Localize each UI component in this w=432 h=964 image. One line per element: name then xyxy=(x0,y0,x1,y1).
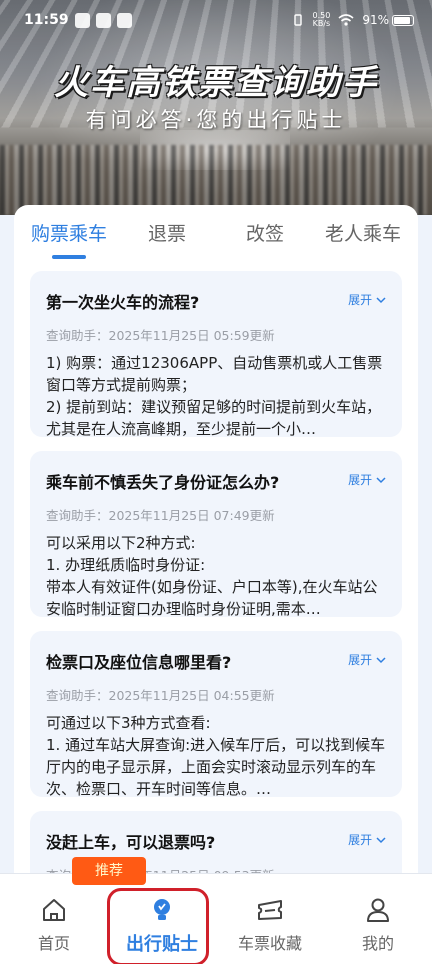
faq-question: 第一次坐火车的流程? xyxy=(46,293,200,312)
nav-home-label: 首页 xyxy=(37,934,70,953)
faq-card[interactable]: 检票口及座位信息哪里看? 展开 查询助手：2025年11月25日 04:55更新… xyxy=(30,631,402,797)
wifi-icon xyxy=(338,14,354,26)
nav-mine[interactable]: 我的 xyxy=(324,874,432,964)
network-speed-unit: KB/s xyxy=(312,19,331,28)
faq-answer: 可通过以下3种方式查看: 1. 通过车站大屏查询:进入候车厅后，可以找到候车厅内… xyxy=(46,714,386,797)
nav-tips-label: 出行贴士 xyxy=(126,934,198,955)
category-tabs: 购票乘车 退票 改签 老人乘车 xyxy=(14,205,418,263)
faq-card[interactable]: 第一次坐火车的流程? 展开 查询助手：2025年11月25日 05:59更新 1… xyxy=(30,271,402,437)
recommend-badge: 推荐 xyxy=(72,857,146,885)
expand-label: 展开 xyxy=(348,473,373,487)
battery-level: 91% xyxy=(362,13,389,27)
network-speed: 0.50 KB/s xyxy=(313,12,331,28)
content-panel: 购票乘车 退票 改签 老人乘车 第一次坐火车的流程? 展开 查询助手：2025年… xyxy=(14,205,418,875)
user-icon xyxy=(367,898,389,922)
faq-question: 没赶上车，可以退票吗? xyxy=(46,833,216,852)
faq-list: 第一次坐火车的流程? 展开 查询助手：2025年11月25日 05:59更新 1… xyxy=(14,263,418,875)
faq-answer: 1) 购票：通过12306APP、自动售票机或人工售票窗口等方式提前购票； 2)… xyxy=(46,354,383,437)
faq-question: 乘车前不慎丢失了身份证怎么办? xyxy=(46,473,280,492)
expand-label: 展开 xyxy=(348,833,373,847)
app-subtitle: 有问必答·您的出行贴士 xyxy=(85,108,347,132)
app-title: 火车高铁票查询助手 xyxy=(54,63,378,103)
nav-mine-label: 我的 xyxy=(361,934,394,953)
ticket-icon xyxy=(258,900,282,920)
notification-icon xyxy=(74,12,90,28)
nav-tickets[interactable]: 车票收藏 xyxy=(216,874,324,964)
status-bar: 11:59 0.50 KB/s 91% xyxy=(0,0,432,40)
nav-home[interactable]: 首页 xyxy=(0,874,108,964)
expand-button[interactable]: 展开 xyxy=(348,471,386,488)
expand-button[interactable]: 展开 xyxy=(348,291,386,308)
expand-button[interactable]: 展开 xyxy=(348,831,386,848)
nav-tips[interactable]: 出行贴士 xyxy=(108,874,216,964)
faq-meta: 查询助手：2025年11月25日 07:49更新 xyxy=(46,508,275,523)
chevron-down-icon xyxy=(376,297,386,304)
expand-button[interactable]: 展开 xyxy=(348,651,386,668)
message-icon xyxy=(95,12,111,28)
nav-tickets-label: 车票收藏 xyxy=(237,934,302,953)
faq-meta: 查询助手：2025年11月25日 04:55更新 xyxy=(46,688,275,703)
battery-icon xyxy=(392,14,414,26)
tab-elderly[interactable]: 老人乘车 xyxy=(314,205,412,263)
tab-purchase[interactable]: 购票乘车 xyxy=(20,205,118,263)
tab-change[interactable]: 改签 xyxy=(216,205,314,263)
home-icon xyxy=(43,899,65,921)
faq-answer: 可以采用以下2种方式: 1. 办理纸质临时身份证: 带本人有效证件(如身份证、户… xyxy=(46,534,378,617)
bottom-nav: 首页 出行贴士 车票收藏 我的 xyxy=(0,873,432,964)
chevron-down-icon xyxy=(376,477,386,484)
vibrate-icon xyxy=(293,14,302,26)
expand-label: 展开 xyxy=(348,653,373,667)
status-time: 11:59 xyxy=(24,12,69,28)
expand-label: 展开 xyxy=(348,293,373,307)
chevron-down-icon xyxy=(376,837,386,844)
chevron-down-icon xyxy=(376,657,386,664)
lightbulb-icon xyxy=(154,899,170,920)
battery-indicator: 91% xyxy=(362,13,414,27)
faq-meta: 查询助手：2025年11月25日 05:59更新 xyxy=(46,328,275,343)
faq-card[interactable]: 乘车前不慎丢失了身份证怎么办? 展开 查询助手：2025年11月25日 07:4… xyxy=(30,451,402,617)
tab-refund[interactable]: 退票 xyxy=(118,205,216,263)
faq-question: 检票口及座位信息哪里看? xyxy=(46,653,232,672)
app-icon xyxy=(116,12,132,28)
